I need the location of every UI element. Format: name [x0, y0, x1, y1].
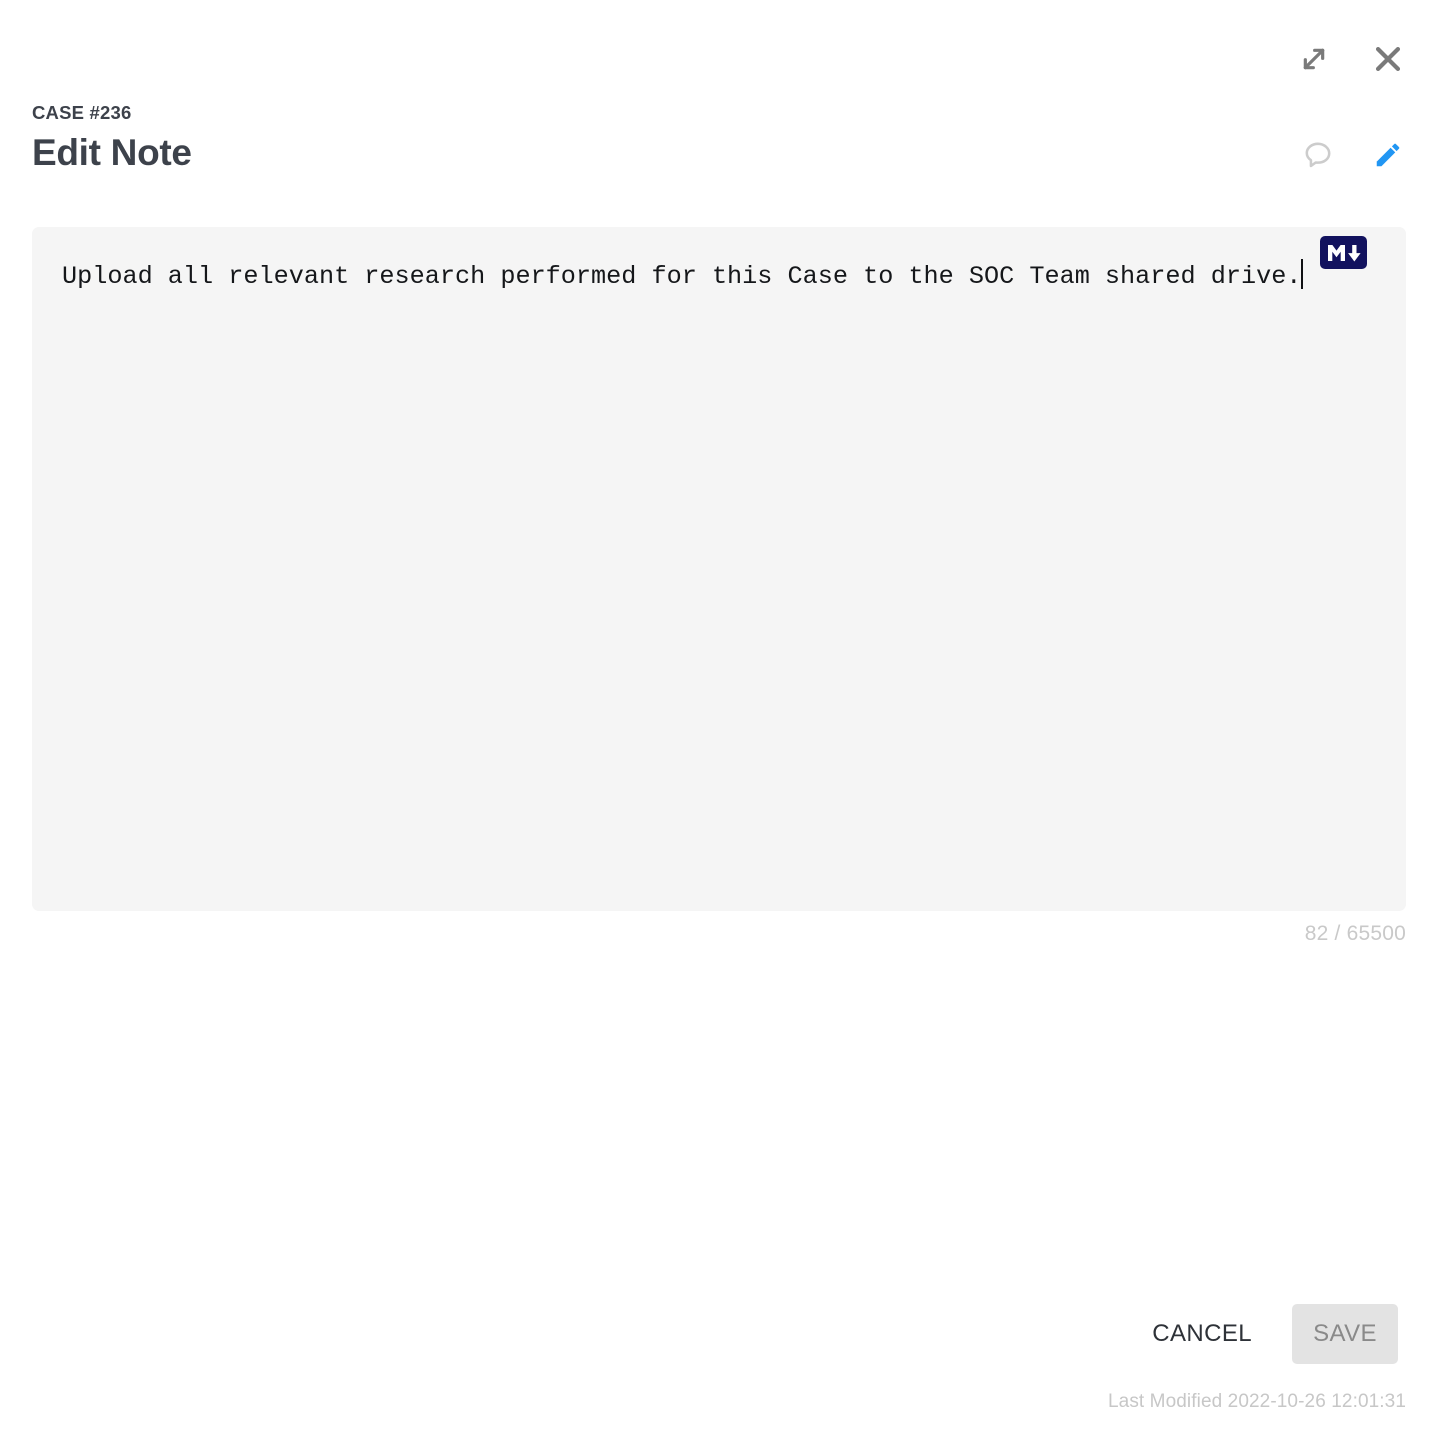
- comment-button[interactable]: [1292, 129, 1344, 181]
- markdown-icon: [1326, 241, 1362, 265]
- pencil-icon: [1373, 140, 1403, 170]
- header-actions: [1292, 129, 1414, 181]
- note-text-content: Upload all relevant research performed f…: [62, 259, 1376, 296]
- dialog-header: CASE #236 Edit Note: [0, 0, 1438, 200]
- note-textarea[interactable]: Upload all relevant research performed f…: [32, 227, 1406, 911]
- edit-note-dialog: CASE #236 Edit Note Upload all relevant …: [0, 0, 1438, 1438]
- edit-button[interactable]: [1362, 129, 1414, 181]
- character-counter: 82 / 65500: [1304, 922, 1406, 945]
- comment-icon: [1302, 139, 1334, 171]
- note-editor-wrapper: Upload all relevant research performed f…: [32, 227, 1406, 911]
- save-button[interactable]: SAVE: [1292, 1304, 1398, 1364]
- note-text-value: Upload all relevant research performed f…: [62, 262, 1302, 291]
- footer-actions: CANCEL SAVE: [1130, 1304, 1398, 1364]
- text-caret: [1301, 259, 1304, 289]
- page-title: Edit Note: [32, 132, 192, 173]
- last-modified-label: Last Modified 2022-10-26 12:01:31: [1107, 1391, 1406, 1412]
- markdown-badge[interactable]: [1320, 236, 1367, 269]
- cancel-button[interactable]: CANCEL: [1130, 1307, 1274, 1361]
- case-number-label: CASE #236: [32, 102, 132, 123]
